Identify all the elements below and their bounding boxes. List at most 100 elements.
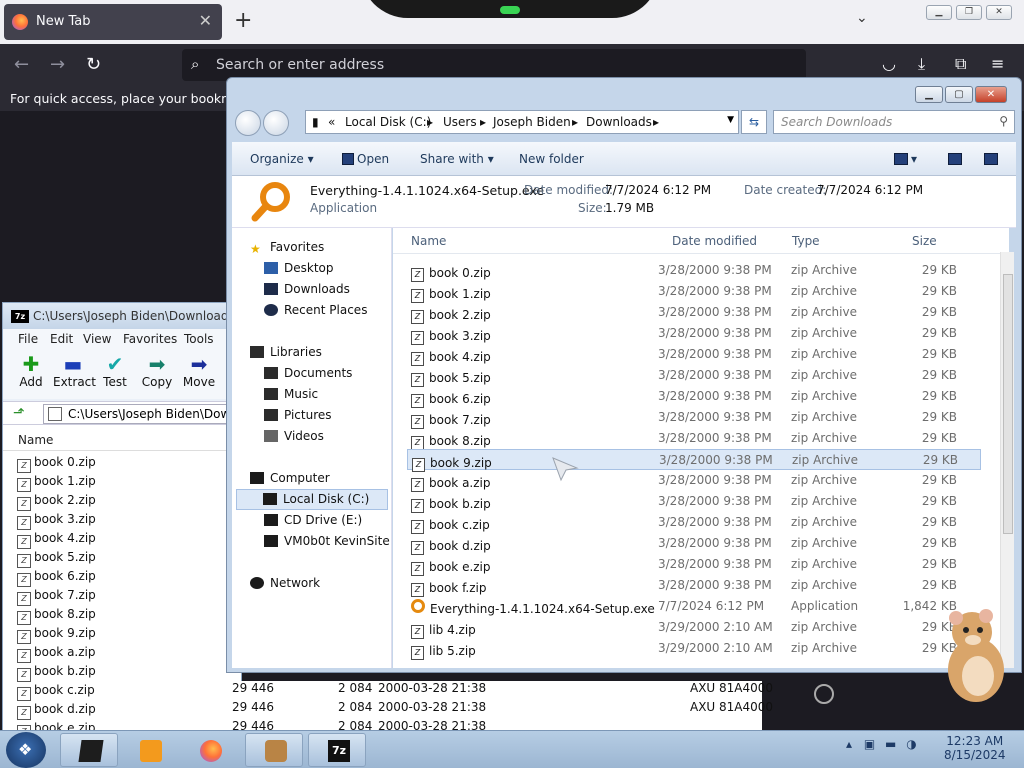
close-button[interactable]: ✕ [986,5,1012,20]
view-options-icon[interactable]: ▾ [894,152,917,166]
list-item[interactable]: Zbook c.zip [17,683,95,702]
reload-icon[interactable]: ↻ [86,54,101,75]
nav-desktop[interactable]: Desktop [264,261,334,275]
table-row[interactable]: Zbook 6.zip 3/28/2000 9:38 PM zip Archive 2… [407,386,981,408]
address-bar[interactable]: ▮ « Local Disk (C:) ▸ Users ▸ Joseph Bid… [305,110,739,134]
tab-new-tab[interactable]: New Tab ✕ [4,4,222,40]
list-item[interactable]: Zbook 6.zip [17,569,96,588]
column-date-modified[interactable]: Date modified [672,234,757,248]
nav-videos[interactable]: Videos [264,429,324,443]
chevron-right-icon[interactable]: ▸ [653,115,659,129]
taskbar-explorer[interactable] [60,733,118,767]
path-field[interactable]: C:\Users\Joseph Biden\Downl [43,404,243,424]
share-with-button[interactable]: Share with ▾ [420,152,494,166]
list-item[interactable]: Zbook b.zip [17,664,96,683]
chevron-right-icon[interactable]: ▸ [480,115,486,129]
display-tray-icon[interactable]: ▬ [885,737,896,751]
back-icon[interactable]: ← [14,54,29,75]
list-item[interactable]: Zbook d.zip [17,702,96,721]
nav-network[interactable]: Network [250,576,320,590]
table-row[interactable]: Zbook f.zip 3/28/2000 9:38 PM zip Archive 2… [407,575,981,597]
list-item[interactable]: Zbook 4.zip [17,531,96,550]
copy-button[interactable]: ➡ Copy [137,353,177,389]
menu-edit[interactable]: Edit [50,332,73,346]
menu-tools[interactable]: Tools [184,332,214,346]
nav-pictures[interactable]: Pictures [264,408,332,422]
minimize-button[interactable]: ▁ [926,5,952,20]
table-row[interactable]: Everything-1.4.1.1024.x64-Setup.exe 7/7/2… [407,596,981,617]
extensions-icon[interactable]: ⧉ [955,54,966,74]
column-type[interactable]: Type [792,234,820,248]
new-tab-button[interactable]: + [234,8,252,33]
table-row[interactable]: Zlib 5.zip 3/29/2000 2:10 AM zip Archive 29… [407,638,981,660]
add-button[interactable]: ✚ Add [11,353,51,389]
nav-local-disk[interactable]: Local Disk (C:) [236,489,388,510]
list-item[interactable]: Zbook 0.zip [17,455,96,474]
search-input[interactable]: Search Downloads ⚲ [773,110,1015,134]
close-tab-icon[interactable]: ✕ [199,11,212,30]
nav-cd-drive[interactable]: CD Drive (E:) [264,513,362,527]
table-row[interactable]: Zbook 7.zip 3/28/2000 9:38 PM zip Archive 2… [407,407,981,429]
up-folder-icon[interactable]: ⬏ [13,405,25,421]
forward-button[interactable] [263,110,289,136]
organize-button[interactable]: Organize ▾ [250,152,314,166]
table-row[interactable]: Zbook a.zip 3/28/2000 9:38 PM zip Archive 2… [407,470,981,492]
help-icon[interactable] [984,152,1001,166]
table-row-selected[interactable]: Zbook 9.zip 3/28/2000 9:38 PM zip Archive 2… [407,449,981,472]
new-folder-button[interactable]: New folder [519,152,584,166]
taskbar-hamster-app[interactable] [245,733,303,767]
table-row[interactable]: Zbook 0.zip 3/28/2000 9:38 PM zip Archive 2… [407,260,981,282]
table-row[interactable]: Zbook d.zip 3/28/2000 9:38 PM zip Archive 2… [407,533,981,555]
nav-downloads[interactable]: Downloads [264,282,350,296]
network-tray-icon[interactable]: ▣ [864,737,875,751]
list-item[interactable]: Zbook 8.zip [17,607,96,626]
menu-file[interactable]: File [18,332,38,346]
chevron-right-icon[interactable]: ▸ [572,115,578,129]
close-button[interactable]: ✕ [975,86,1007,103]
open-button[interactable]: Open [342,152,389,166]
scrollbar-thumb[interactable] [1003,274,1013,534]
column-size[interactable]: Size [912,234,937,248]
breadcrumb-users[interactable]: Users [443,115,477,129]
table-row[interactable]: Zbook 5.zip 3/28/2000 9:38 PM zip Archive 2… [407,365,981,387]
table-row[interactable]: Zbook 4.zip 3/28/2000 9:38 PM zip Archive 2… [407,344,981,366]
preview-pane-icon[interactable] [948,152,965,166]
menu-favorites[interactable]: Favorites [123,332,177,346]
chevron-down-icon[interactable]: ▼ [727,115,734,125]
table-row[interactable]: Zbook 2.zip 3/28/2000 9:38 PM zip Archive 2… [407,302,981,324]
list-item[interactable]: Zbook 2.zip [17,493,96,512]
nav-favorites[interactable]: ★ Favorites [250,240,324,256]
show-hidden-icons-icon[interactable]: ▴ [846,737,852,751]
list-item[interactable]: Zbook 1.zip [17,474,96,493]
list-item[interactable]: Zbook a.zip [17,645,95,664]
taskbar-7zip[interactable]: 7z [308,733,366,767]
list-item[interactable]: Zbook 9.zip [17,626,96,645]
refresh-button[interactable]: ⇆ [741,110,767,134]
list-item[interactable]: Zbook 7.zip [17,588,96,607]
volume-icon[interactable]: ◑ [906,737,916,751]
test-button[interactable]: ✔ Test [95,353,135,389]
table-row[interactable]: Zbook c.zip 3/28/2000 9:38 PM zip Archive 2… [407,512,981,534]
table-row[interactable]: Zbook 8.zip 3/28/2000 9:38 PM zip Archive 2… [407,428,981,450]
pocket-icon[interactable]: ◡ [882,54,896,73]
nav-recent-places[interactable]: Recent Places [264,303,367,317]
table-row[interactable]: Zbook e.zip 3/28/2000 9:38 PM zip Archive 2… [407,554,981,576]
breadcrumb-downloads[interactable]: Downloads [586,115,652,129]
table-row[interactable]: Zbook b.zip 3/28/2000 9:38 PM zip Archive 2… [407,491,981,513]
table-row[interactable]: Zbook 1.zip 3/28/2000 9:38 PM zip Archive 2… [407,281,981,303]
breadcrumb-local-disk[interactable]: Local Disk (C:) [345,115,431,129]
list-item[interactable]: Zbook 3.zip [17,512,96,531]
forward-icon[interactable]: → [50,54,65,75]
nav-documents[interactable]: Documents [264,366,352,380]
menu-icon[interactable]: ≡ [991,54,1004,73]
nav-computer[interactable]: Computer [250,471,330,485]
back-button[interactable] [235,110,261,136]
column-name[interactable]: Name [411,234,446,248]
clock[interactable]: 12:23 AM 8/15/2024 [944,734,1006,762]
chevron-right-icon[interactable]: ▸ [427,115,433,129]
maximize-button[interactable]: ▢ [945,86,973,103]
nav-network-drive[interactable]: VM0b0t KevinSite [264,534,390,548]
menu-view[interactable]: View [83,332,111,346]
minimize-button[interactable]: ▁ [915,86,943,103]
nav-libraries[interactable]: Libraries [250,345,322,359]
